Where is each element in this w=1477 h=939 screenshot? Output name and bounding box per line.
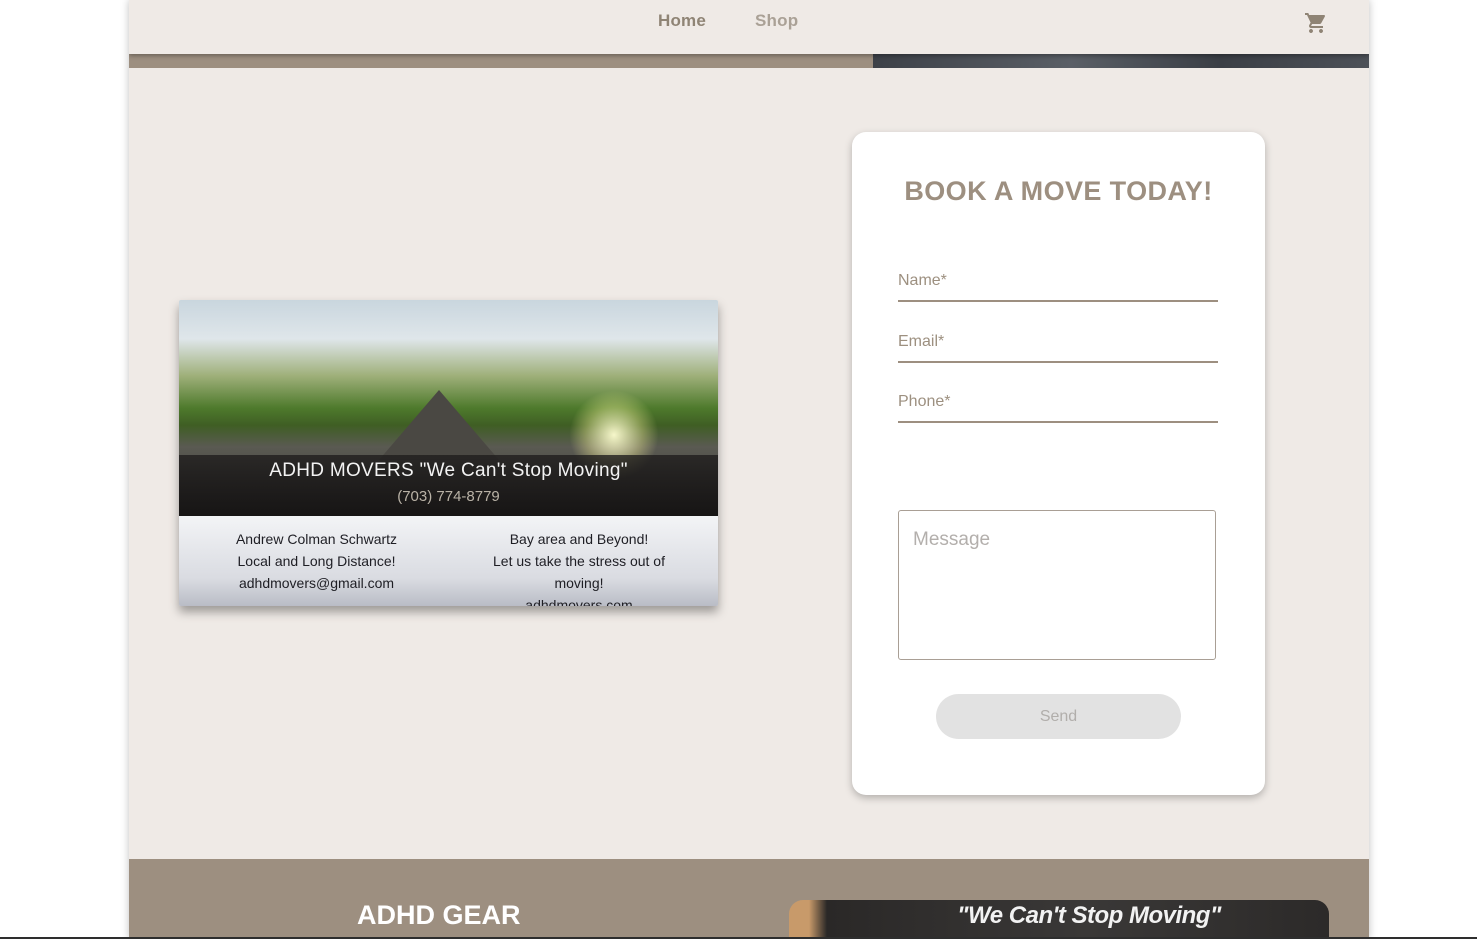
cart-icon[interactable] [1304,11,1328,35]
booking-form: BOOK A MOVE TODAY! Message Send [852,132,1265,795]
shirt-slogan: "We Can't Stop Moving" [957,902,1221,929]
card-tagline-column: Bay area and Beyond! Let us take the str… [469,528,689,606]
card-road-shape [379,390,499,460]
site-header: Home Shop [129,0,1369,54]
gear-shirt-image[interactable]: "We Can't Stop Moving" [789,900,1329,939]
card-email: adhdmovers@gmail.com [238,575,395,591]
business-card-image: ADHD MOVERS "We Can't Stop Moving" (703)… [179,300,718,606]
message-field[interactable] [898,510,1216,660]
card-website: adhdmovers.com [525,597,633,606]
card-phone-number: (703) 774-8779 [397,488,500,505]
nav-shop-link[interactable]: Shop [755,11,798,31]
send-button[interactable]: Send [936,694,1181,739]
card-contact-column: Andrew Colman Schwartz Local and Long Di… [219,528,414,594]
card-owner-name: Andrew Colman Schwartz [235,531,398,547]
name-field[interactable] [898,262,1218,302]
gear-section: ADHD GEAR "We Can't Stop Moving" [129,859,1369,939]
card-slogan: Let us take the stress out of moving! [493,553,665,591]
hero-strip-left [129,54,873,68]
form-title: BOOK A MOVE TODAY! [904,176,1213,206]
phone-field[interactable] [898,383,1218,423]
nav-home-link[interactable]: Home [658,11,706,31]
gear-title: ADHD GEAR [357,900,521,930]
card-region: Bay area and Beyond! [509,531,649,547]
site-container: Home Shop ADHD MOVERS "We Can't Stop Mov… [129,0,1369,939]
card-service-area: Local and Long Distance! [237,553,396,569]
card-company-name: ADHD MOVERS "We Can't Stop Moving" [269,460,628,481]
hero-strip-image [873,54,1369,68]
email-field[interactable] [898,323,1218,363]
